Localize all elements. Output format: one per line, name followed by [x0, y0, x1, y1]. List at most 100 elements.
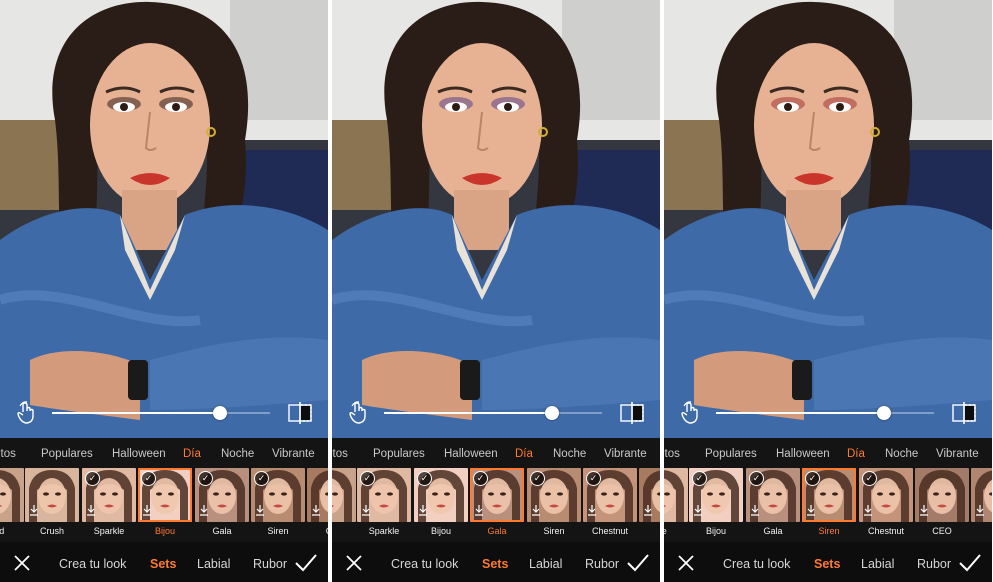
download-icon: [200, 505, 208, 516]
bottom-tab[interactable]: Labial: [197, 557, 230, 571]
look-thumbnail[interactable]: Crush: [25, 468, 79, 542]
category-tab[interactable]: Vibrante: [936, 448, 979, 460]
category-tabs: itos Populares Halloween Día Noche Vibrante: [664, 438, 992, 470]
download-icon: [30, 505, 38, 516]
close-icon[interactable]: [676, 553, 696, 573]
slider-knob[interactable]: [877, 406, 891, 420]
look-preview-image: [332, 468, 356, 522]
bottom-tab[interactable]: Labial: [529, 557, 562, 571]
slider-knob[interactable]: [545, 406, 559, 420]
intensity-slider[interactable]: [716, 406, 934, 420]
download-icon: [475, 505, 483, 516]
download-icon: [694, 505, 702, 516]
check-circle-icon: ✓: [805, 471, 820, 486]
look-thumbnail[interactable]: Sn: [971, 468, 992, 542]
look-preview-image: [0, 468, 24, 522]
category-tab[interactable]: Halloween: [444, 448, 498, 460]
download-icon: [143, 505, 151, 516]
look-thumbnail[interactable]: Che: [307, 468, 328, 542]
bottom-toolbar: Crea tu look Sets Labial Rubor: [0, 545, 328, 582]
category-tab[interactable]: Populares: [373, 448, 425, 460]
hand-touch-icon[interactable]: [346, 400, 372, 426]
look-thumbnail[interactable]: ✓ Gala: [470, 468, 524, 542]
look-thumbnail[interactable]: ✓ Bijou: [689, 468, 743, 542]
bottom-tab[interactable]: Sets: [150, 557, 176, 571]
category-tab[interactable]: Halloween: [776, 448, 830, 460]
intensity-slider-row: [332, 398, 660, 428]
download-icon: [312, 505, 320, 516]
bottom-toolbar: Crea tu look Sets Labial Rubor: [332, 545, 660, 582]
compare-split-icon[interactable]: [619, 401, 645, 425]
slider-fill: [384, 412, 552, 414]
download-icon: [87, 505, 95, 516]
close-icon[interactable]: [344, 553, 364, 573]
look-name: Chestnut: [591, 526, 629, 536]
bottom-tab[interactable]: Sets: [482, 557, 508, 571]
look-thumbnail[interactable]: ✓ Chestnut: [859, 468, 913, 542]
category-tab[interactable]: itos: [0, 448, 16, 460]
bottom-tab[interactable]: Sets: [814, 557, 840, 571]
category-tab[interactable]: Noche: [221, 448, 254, 460]
category-tab[interactable]: Vibrante: [604, 448, 647, 460]
look-thumbnail[interactable]: ✓ Bijou: [414, 468, 468, 542]
download-icon: [751, 505, 759, 516]
slider-knob[interactable]: [213, 406, 227, 420]
look-name: Che: [301, 526, 328, 536]
hand-touch-icon[interactable]: [678, 400, 704, 426]
download-icon: [644, 505, 652, 516]
photo-canvas: [664, 0, 992, 438]
look-thumbnail[interactable]: ✓ Siren: [251, 468, 305, 542]
bottom-tab[interactable]: Crea tu look: [391, 557, 458, 571]
compare-split-icon[interactable]: [951, 401, 977, 425]
intensity-slider[interactable]: [52, 406, 270, 420]
look-thumbnail[interactable]: ✓ Sparkle: [357, 468, 411, 542]
download-icon: [976, 505, 984, 516]
bottom-tab[interactable]: Rubor: [917, 557, 951, 571]
intensity-slider-row: [664, 398, 992, 428]
look-thumbnail[interactable]: CEO: [915, 468, 969, 542]
checkmark-icon[interactable]: [294, 553, 318, 573]
comparison-stage: itos Populares Halloween Día Noche Vibrante s…: [0, 0, 993, 582]
category-tab[interactable]: Noche: [885, 448, 918, 460]
checkmark-icon[interactable]: [958, 553, 982, 573]
look-thumbnail[interactable]: ✓ Gala: [195, 468, 249, 542]
download-icon: [362, 505, 370, 516]
close-icon[interactable]: [12, 553, 32, 573]
bottom-tab[interactable]: Rubor: [253, 557, 287, 571]
hand-touch-icon[interactable]: [14, 400, 40, 426]
bottom-tab[interactable]: Labial: [861, 557, 894, 571]
look-thumbnail[interactable]: ✓ Siren: [802, 468, 856, 542]
category-tab[interactable]: Vibrante: [272, 448, 315, 460]
look-thumbnail[interactable]: ✓ Bijou: [138, 468, 192, 542]
check-circle-icon: ✓: [417, 471, 432, 486]
category-tab[interactable]: Día: [183, 448, 201, 460]
download-icon: [532, 505, 540, 516]
category-tabs: itos Populares Halloween Día Noche Vibrante: [0, 438, 328, 470]
category-tab[interactable]: itos: [332, 448, 348, 460]
bottom-tab[interactable]: Rubor: [585, 557, 619, 571]
category-tab[interactable]: Halloween: [112, 448, 166, 460]
compare-split-icon[interactable]: [287, 401, 313, 425]
intensity-slider-row: [0, 398, 328, 428]
check-circle-icon: ✓: [360, 471, 375, 486]
category-tab[interactable]: Día: [847, 448, 865, 460]
category-tab[interactable]: Populares: [41, 448, 93, 460]
look-thumbnail[interactable]: [639, 468, 660, 542]
bottom-toolbar: Crea tu look Sets Labial Rubor: [664, 545, 992, 582]
look-thumbnail[interactable]: ✓ Sparkle: [82, 468, 136, 542]
checkmark-icon[interactable]: [626, 553, 650, 573]
category-tab[interactable]: itos: [664, 448, 680, 460]
look-thumbnail[interactable]: ✓ Gala: [746, 468, 800, 542]
portrait-photo: [332, 0, 660, 438]
look-thumbnail[interactable]: ✓ Chestnut: [583, 468, 637, 542]
intensity-slider[interactable]: [384, 406, 602, 420]
bottom-tab[interactable]: Crea tu look: [723, 557, 790, 571]
category-tab[interactable]: Populares: [705, 448, 757, 460]
download-icon: [807, 505, 815, 516]
bottom-tab[interactable]: Crea tu look: [59, 557, 126, 571]
check-circle-icon: ✓: [85, 471, 100, 486]
category-tab[interactable]: Día: [515, 448, 533, 460]
check-circle-icon: ✓: [749, 471, 764, 486]
category-tab[interactable]: Noche: [553, 448, 586, 460]
look-thumbnail[interactable]: ✓ Siren: [527, 468, 581, 542]
